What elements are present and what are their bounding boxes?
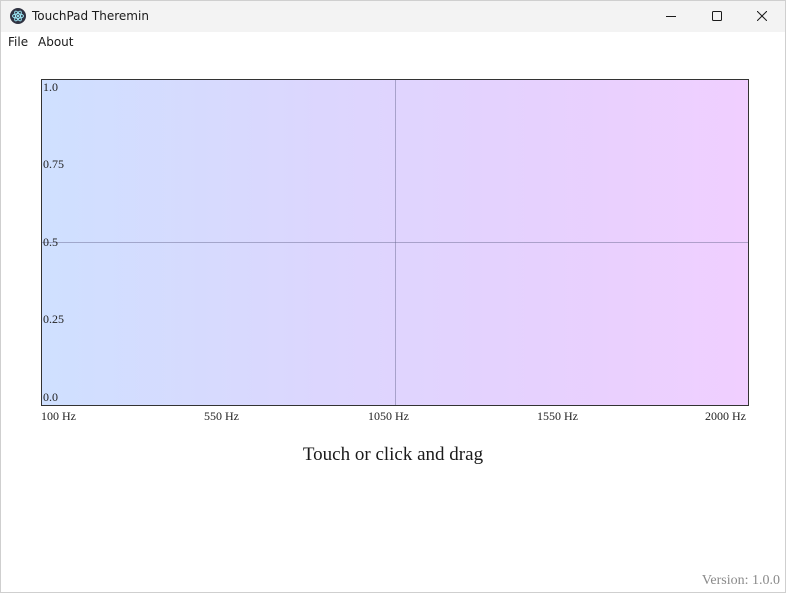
minimize-button[interactable] <box>648 1 694 32</box>
title-bar[interactable]: TouchPad Theremin <box>1 1 785 32</box>
menu-bar: File About <box>1 32 785 52</box>
app-window: TouchPad Theremin File About 1.0 0.75 0.… <box>0 0 786 593</box>
x-tick-label: 550 Hz <box>204 409 239 423</box>
x-tick-label: 1050 Hz <box>368 409 409 423</box>
y-tick-label: 0.25 <box>43 312 64 326</box>
minimize-icon <box>666 8 676 26</box>
x-tick-label: 1550 Hz <box>537 409 578 423</box>
crosshair-horizontal-line <box>42 242 748 243</box>
y-tick-label: 0.0 <box>43 390 58 404</box>
menu-about[interactable]: About <box>38 35 73 49</box>
close-button[interactable] <box>739 1 785 32</box>
y-tick-label: 0.75 <box>43 157 64 171</box>
y-tick-label: 0.5 <box>43 235 58 249</box>
close-icon <box>756 8 768 26</box>
instruction-text: Touch or click and drag <box>302 444 484 465</box>
maximize-icon <box>712 8 722 26</box>
version-label: Version: 1.0.0 <box>701 573 780 588</box>
maximize-button[interactable] <box>694 1 740 32</box>
electron-app-icon <box>10 8 26 24</box>
y-tick-label: 1.0 <box>43 80 58 94</box>
x-tick-label: 2000 Hz <box>705 409 746 423</box>
theremin-touch-pad[interactable]: 1.0 0.75 0.5 0.25 0.0 <box>41 79 749 406</box>
window-title: TouchPad Theremin <box>32 9 149 23</box>
x-tick-label: 100 Hz <box>41 409 76 423</box>
menu-file[interactable]: File <box>8 35 28 49</box>
